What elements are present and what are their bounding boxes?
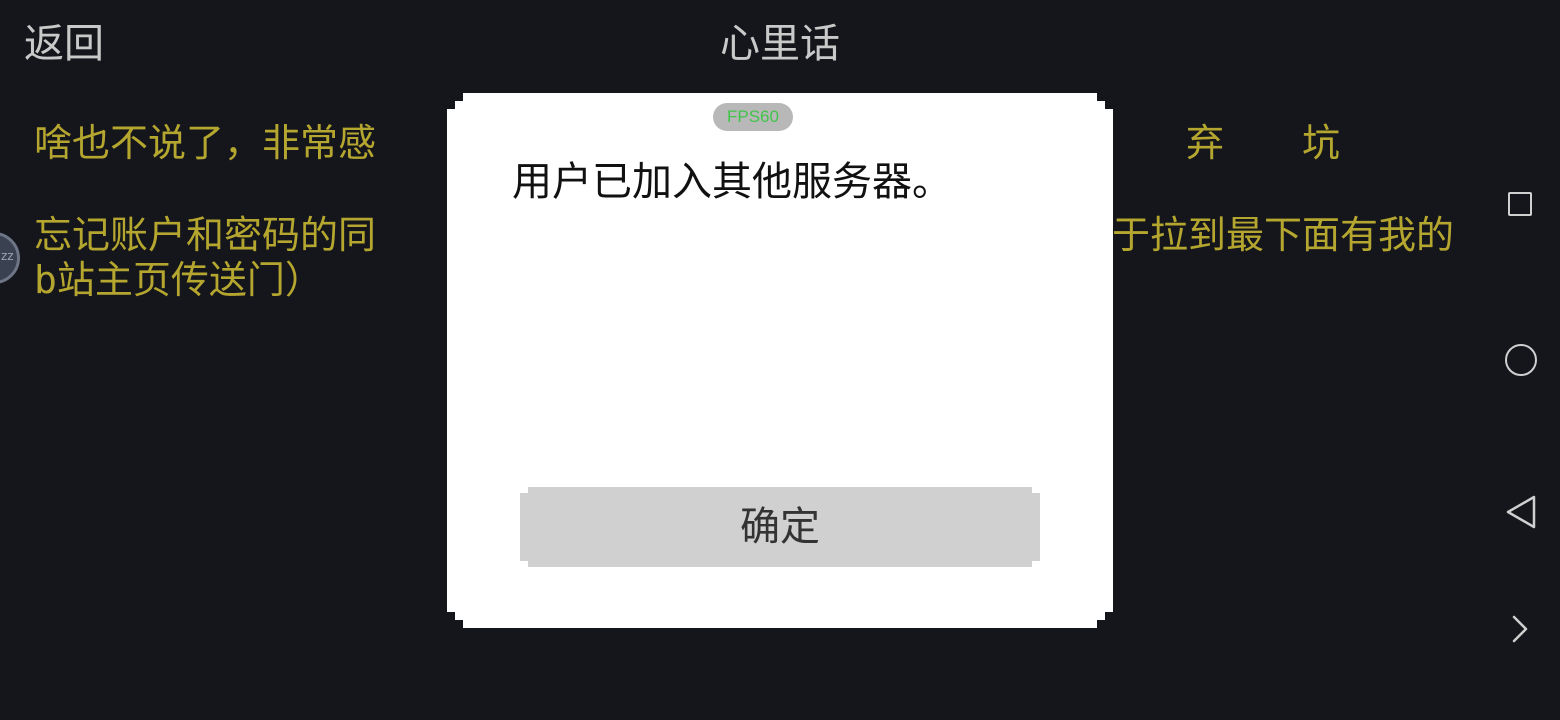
page-title: 心里话: [720, 21, 840, 67]
home-icon[interactable]: [1505, 344, 1537, 376]
floating-assistant-bubble[interactable]: zz: [0, 232, 20, 284]
dialog-message: 用户已加入其他服务器。: [512, 159, 952, 205]
back-icon[interactable]: [1504, 494, 1538, 530]
content-line-2: 忘记账户和密码的同: [34, 213, 377, 257]
app-screen: 返回 心里话 啥也不说了，非常感 弃 坑 忘记账户和密码的同 于拉到最下面有我的…: [0, 0, 1560, 720]
expand-icon[interactable]: [1510, 614, 1532, 644]
content-line-1-fragment-a: 弃: [1186, 121, 1225, 165]
recent-apps-icon[interactable]: [1508, 192, 1532, 216]
content-line-1: 啥也不说了，非常感: [34, 121, 377, 165]
floating-bubble-label: zz: [1, 249, 14, 263]
confirm-button[interactable]: 确定: [520, 487, 1040, 567]
content-line-3: b站主页传送门）: [34, 258, 323, 302]
content-line-2-fragment: 于拉到最下面有我的: [1112, 213, 1455, 257]
content-line-1-fragment-b: 坑: [1302, 121, 1341, 165]
fps-counter-badge: FPS60: [713, 103, 793, 131]
confirm-button-label: 确定: [740, 504, 820, 550]
